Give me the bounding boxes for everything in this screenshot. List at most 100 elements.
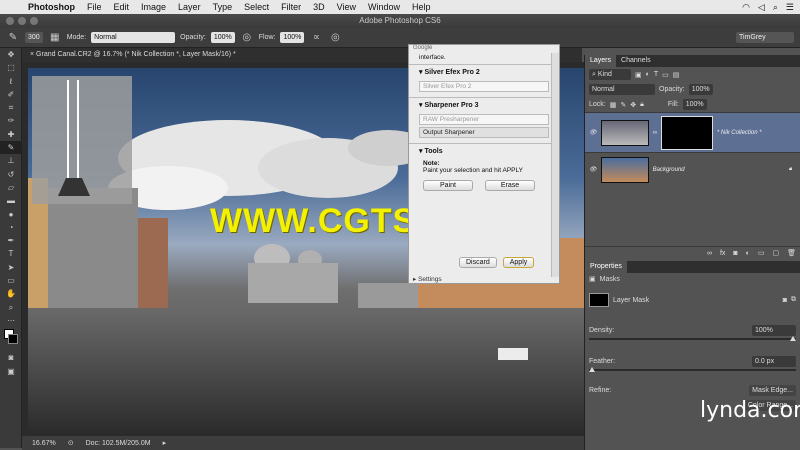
link-icon[interactable]: ∞ (653, 130, 657, 136)
zoom-level[interactable]: 16.67% (32, 440, 56, 447)
close-window-button[interactable] (6, 17, 14, 25)
tools-heading[interactable]: ▾ Tools (409, 144, 559, 158)
status-menu-icon[interactable]: ⊙ (68, 439, 74, 447)
layer-row-nik[interactable]: 👁︎ ∞ * Nik Collection * (585, 112, 800, 152)
screen-mode-icon[interactable]: ▣ (0, 365, 22, 378)
output-sharpener-button[interactable]: Output Sharpener (419, 127, 549, 138)
color-swatches[interactable] (0, 327, 21, 351)
stamp-tool-icon[interactable]: ⊥ (0, 154, 22, 167)
silver-efex-heading[interactable]: ▾ Silver Efex Pro 2 (409, 65, 559, 79)
layer-opacity-field[interactable]: 100% (688, 84, 713, 95)
paint-button[interactable]: Paint (423, 180, 473, 191)
brush-tool-icon[interactable]: ✎ (6, 31, 20, 45)
vector-mask-icon[interactable]: ⧉ (791, 296, 796, 304)
tab-properties[interactable]: Properties (585, 261, 627, 273)
lasso-tool-icon[interactable]: ℓ (0, 75, 22, 88)
blend-mode-select[interactable]: Normal (589, 84, 655, 95)
adjustment-layer-icon[interactable]: ◐ (746, 250, 750, 257)
pixel-mask-icon[interactable]: ◙ (783, 297, 787, 304)
menu-view[interactable]: View (331, 2, 362, 12)
brush-panel-icon[interactable]: ▦ (48, 31, 62, 45)
brush-size-preset[interactable]: 300 (25, 32, 43, 43)
layer-name[interactable]: * Nik Collection * (717, 130, 762, 136)
tab-layers[interactable]: Layers (585, 55, 617, 67)
path-select-tool-icon[interactable]: ➤ (0, 261, 22, 274)
eraser-tool-icon[interactable]: ▱ (0, 181, 22, 194)
zoom-window-button[interactable] (30, 17, 38, 25)
filter-pixel-icon[interactable]: ▣ (635, 71, 642, 79)
shape-tool-icon[interactable]: ▭ (0, 274, 22, 287)
menu-help[interactable]: Help (406, 2, 437, 12)
layer-name[interactable]: Background (653, 167, 685, 173)
lock-paint-icon[interactable]: ✎ (620, 101, 626, 109)
density-slider[interactable] (589, 336, 796, 341)
history-brush-tool-icon[interactable]: ↺ (0, 168, 22, 181)
density-field[interactable]: 100% (752, 325, 796, 336)
lock-all-icon[interactable]: 🔒︎ (640, 101, 644, 109)
flow-field[interactable]: 100% (280, 32, 305, 43)
menu-image[interactable]: Image (135, 2, 172, 12)
airbrush-icon[interactable]: ∝ (309, 31, 323, 45)
group-folder-icon[interactable]: ▭ (758, 249, 765, 257)
settings-row[interactable]: ▸ Settings (413, 275, 442, 283)
marquee-tool-icon[interactable]: ⬚ (0, 61, 22, 74)
silver-efex-pro-button[interactable]: Silver Efex Pro 2 (419, 81, 549, 92)
menu-type[interactable]: Type (207, 2, 239, 12)
more-tools-icon[interactable]: ⋯ (0, 314, 22, 327)
menu-app[interactable]: Photoshop (22, 2, 81, 12)
visibility-eye-icon[interactable]: 👁︎ (589, 129, 597, 136)
filter-smart-icon[interactable]: ▤ (673, 71, 680, 79)
filter-type-icon[interactable]: T (654, 71, 658, 78)
mask-edge-button[interactable]: Mask Edge... (749, 385, 796, 396)
layer-mask-thumbnail[interactable] (660, 115, 713, 150)
erase-button[interactable]: Erase (485, 180, 535, 191)
menu-edit[interactable]: Edit (108, 2, 136, 12)
nik-scrollbar[interactable] (551, 53, 559, 277)
menu-layer[interactable]: Layer (172, 2, 207, 12)
wifi-icon[interactable]: ◠ (742, 2, 750, 13)
pressure-size-icon[interactable]: ◎ (328, 31, 342, 45)
menu-select[interactable]: Select (238, 2, 275, 12)
gradient-tool-icon[interactable]: ▬ (0, 194, 22, 207)
opacity-field[interactable]: 100% (210, 32, 235, 43)
pen-tool-icon[interactable]: ✒ (0, 234, 22, 247)
feather-slider-knob[interactable] (589, 367, 595, 372)
apply-button[interactable]: Apply (502, 257, 535, 268)
discard-button[interactable]: Discard (459, 257, 497, 268)
density-slider-knob[interactable] (790, 336, 796, 341)
menu-file[interactable]: File (81, 2, 108, 12)
lock-move-icon[interactable]: ✥ (630, 101, 636, 109)
search-icon[interactable]: ⌕ (773, 2, 778, 13)
layer-thumbnail[interactable] (600, 119, 649, 146)
layer-row-background[interactable]: 👁︎ Background 🔒︎ (585, 152, 800, 186)
volume-icon[interactable]: ◁ (758, 2, 765, 13)
mode-select[interactable]: Normal (91, 32, 176, 43)
close-tab-icon[interactable]: × (30, 51, 34, 58)
list-icon[interactable]: ☰ (786, 2, 794, 13)
lock-pixels-icon[interactable]: ▦ (610, 101, 617, 109)
raw-presharpener-button[interactable]: RAW Presharpener (419, 114, 549, 125)
background-color-swatch[interactable] (8, 334, 18, 345)
status-arrow-icon[interactable]: ▸ (163, 439, 167, 447)
zoom-tool-icon[interactable]: ⌕ (0, 301, 22, 314)
type-tool-icon[interactable]: T (0, 247, 22, 260)
filter-adjust-icon[interactable]: ◐ (646, 71, 650, 78)
filter-shape-icon[interactable]: ▭ (662, 71, 669, 79)
pressure-opacity-icon[interactable]: ◎ (240, 31, 254, 45)
menu-filter[interactable]: Filter (275, 2, 307, 12)
quick-select-tool-icon[interactable]: ✐ (0, 88, 22, 101)
visibility-eye-icon[interactable]: 👁︎ (589, 166, 597, 173)
blur-tool-icon[interactable]: ● (0, 208, 22, 221)
dodge-tool-icon[interactable]: ◔ (0, 221, 22, 234)
menu-3d[interactable]: 3D (307, 2, 331, 12)
kind-filter-select[interactable]: ⌕ Kind (589, 69, 631, 80)
healing-tool-icon[interactable]: ✚ (0, 128, 22, 141)
move-tool-icon[interactable]: ✥ (0, 48, 22, 61)
add-mask-icon[interactable]: ◙ (733, 250, 737, 257)
sharpener-heading[interactable]: ▾ Sharpener Pro 3 (409, 98, 559, 112)
menu-window[interactable]: Window (362, 2, 406, 12)
hand-tool-icon[interactable]: ✋ (0, 287, 22, 300)
crop-tool-icon[interactable]: ⌗ (0, 101, 22, 114)
link-layers-icon[interactable]: ∞ (707, 250, 712, 257)
brush-tool-icon[interactable]: ✎ (0, 141, 22, 155)
